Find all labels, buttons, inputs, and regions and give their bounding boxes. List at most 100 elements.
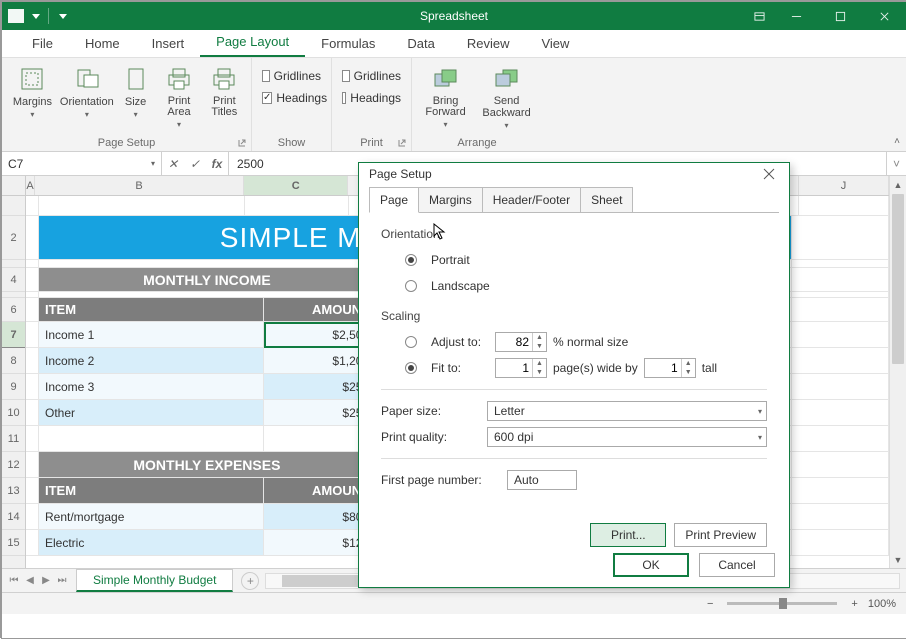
row-header[interactable]: 7 <box>2 322 25 348</box>
print-titles-button[interactable]: PrintTitles <box>204 62 245 132</box>
first-page-number-input[interactable]: Auto <box>507 470 577 490</box>
row-header[interactable]: 14 <box>2 504 25 530</box>
row-header[interactable] <box>2 196 25 216</box>
bring-forward-button[interactable]: BringForward▾ <box>418 62 473 132</box>
quick-access-dropdown-icon[interactable] <box>32 14 40 19</box>
cancel-button[interactable]: Cancel <box>699 553 775 577</box>
print-gridlines-checkbox[interactable]: Gridlines <box>338 66 405 86</box>
tab-file[interactable]: File <box>16 30 69 57</box>
col-header[interactable]: C <box>244 176 348 195</box>
row-header[interactable]: 13 <box>2 478 25 504</box>
dialog-close-button[interactable] <box>759 164 779 184</box>
section-header[interactable]: MONTHLY EXPENSES <box>39 452 376 478</box>
sheet-tab[interactable]: Simple Monthly Budget <box>76 569 233 592</box>
show-headings-checkbox[interactable]: Headings <box>258 88 325 108</box>
vertical-scrollbar[interactable]: ▲ ▼ <box>889 176 906 568</box>
paper-size-combo[interactable]: Letter▾ <box>487 401 767 421</box>
titlebar: Spreadsheet <box>2 2 906 30</box>
margins-button[interactable]: Margins▾ <box>8 62 57 132</box>
sheet-nav[interactable]: ⏮◀▶⏭ <box>2 575 74 586</box>
row-header[interactable]: 15 <box>2 530 25 556</box>
dialog-tab-margins[interactable]: Margins <box>418 187 483 213</box>
row-header[interactable]: 8 <box>2 348 25 374</box>
window-maximize-button[interactable] <box>818 2 862 30</box>
table-cell[interactable]: Income 3 <box>39 374 264 400</box>
print-area-button[interactable]: PrintArea▾ <box>158 62 199 132</box>
print-preview-button[interactable]: Print Preview <box>674 523 767 547</box>
landscape-radio[interactable]: Landscape <box>405 273 767 299</box>
dialog-tab-sheet[interactable]: Sheet <box>580 187 633 213</box>
col-header[interactable]: J <box>799 176 889 195</box>
group-label-page-setup: Page Setup <box>2 137 251 149</box>
ribbon-tabs: File Home Insert Page Layout Formulas Da… <box>2 30 906 58</box>
show-gridlines-checkbox[interactable]: Gridlines <box>258 66 325 86</box>
table-cell[interactable]: Electric <box>39 530 264 556</box>
tab-data[interactable]: Data <box>391 30 450 57</box>
orientation-button[interactable]: Orientation▾ <box>61 62 113 132</box>
row-header[interactable]: 12 <box>2 452 25 478</box>
select-all-corner[interactable] <box>2 176 25 196</box>
table-cell[interactable]: Income 1 <box>39 322 264 348</box>
page-setup-dialog: Page Setup Page Margins Header/Footer Sh… <box>358 162 790 588</box>
tab-formulas[interactable]: Formulas <box>305 30 391 57</box>
page-setup-launcher-icon[interactable] <box>237 138 247 148</box>
zoom-out-icon[interactable]: − <box>707 598 713 610</box>
print-launcher-icon[interactable] <box>397 138 407 148</box>
size-button[interactable]: Size▾ <box>117 62 155 132</box>
column-header-item[interactable]: ITEM <box>39 298 264 322</box>
tab-review[interactable]: Review <box>451 30 526 57</box>
portrait-radio[interactable]: Portrait <box>405 247 767 273</box>
scroll-down-icon[interactable]: ▼ <box>890 551 906 568</box>
column-header-item[interactable]: ITEM <box>39 478 264 504</box>
cancel-formula-icon[interactable]: ✕ <box>162 157 184 171</box>
table-cell[interactable]: Rent/mortgage <box>39 504 264 530</box>
print-button[interactable]: Print... <box>590 523 666 547</box>
window-minimize-button[interactable] <box>774 2 818 30</box>
name-box[interactable]: C7▾ <box>2 152 162 175</box>
enter-formula-icon[interactable]: ✓ <box>184 157 206 171</box>
row-header[interactable] <box>2 260 25 268</box>
row-header[interactable]: 10 <box>2 400 25 426</box>
dialog-tabs: Page Margins Header/Footer Sheet <box>369 187 779 213</box>
send-backward-button[interactable]: SendBackward▾ <box>477 62 536 132</box>
col-header[interactable]: A <box>26 176 35 195</box>
fit-height-spinner[interactable]: ▲▼ <box>644 358 696 378</box>
fx-icon[interactable]: fx <box>206 157 228 171</box>
table-cell[interactable]: Other <box>39 400 264 426</box>
tab-insert[interactable]: Insert <box>136 30 201 57</box>
ribbon-display-options[interactable] <box>744 2 774 30</box>
tab-page-layout[interactable]: Page Layout <box>200 28 305 57</box>
adjust-to-spinner[interactable]: ▲▼ <box>495 332 547 352</box>
print-headings-checkbox[interactable]: Headings <box>338 88 405 108</box>
row-header[interactable]: 11 <box>2 426 25 452</box>
tab-view[interactable]: View <box>525 30 585 57</box>
fit-to-radio[interactable] <box>405 362 417 374</box>
add-sheet-button[interactable]: + <box>241 572 259 590</box>
window-close-button[interactable] <box>862 2 906 30</box>
dialog-tab-page[interactable]: Page <box>369 187 419 213</box>
expand-formula-bar-icon[interactable]: ˅ <box>886 152 906 175</box>
zoom-level[interactable]: 100% <box>868 598 896 610</box>
ok-button[interactable]: OK <box>613 553 689 577</box>
scroll-thumb[interactable] <box>282 575 362 587</box>
row-header[interactable]: 2 <box>2 216 25 260</box>
scroll-up-icon[interactable]: ▲ <box>890 176 906 193</box>
zoom-slider-thumb[interactable] <box>779 598 787 609</box>
col-header[interactable]: B <box>35 176 244 195</box>
zoom-in-icon[interactable]: + <box>851 598 857 610</box>
row-header[interactable]: 6 <box>2 298 25 322</box>
quick-access-customize-icon[interactable] <box>59 14 67 19</box>
section-header[interactable]: MONTHLY INCOME <box>39 268 376 292</box>
table-cell[interactable]: Income 2 <box>39 348 264 374</box>
fit-width-spinner[interactable]: ▲▼ <box>495 358 547 378</box>
row-header[interactable]: 9 <box>2 374 25 400</box>
zoom-slider[interactable] <box>727 602 837 605</box>
adjust-to-radio[interactable] <box>405 336 417 348</box>
tab-home[interactable]: Home <box>69 30 136 57</box>
row-header[interactable]: 4 <box>2 268 25 292</box>
print-quality-combo[interactable]: 600 dpi▾ <box>487 427 767 447</box>
scroll-thumb[interactable] <box>892 194 904 364</box>
dialog-tab-header-footer[interactable]: Header/Footer <box>482 187 581 213</box>
ribbon-collapse-icon[interactable]: ˄ <box>894 136 900 147</box>
group-label-arrange: Arrange <box>412 137 542 149</box>
